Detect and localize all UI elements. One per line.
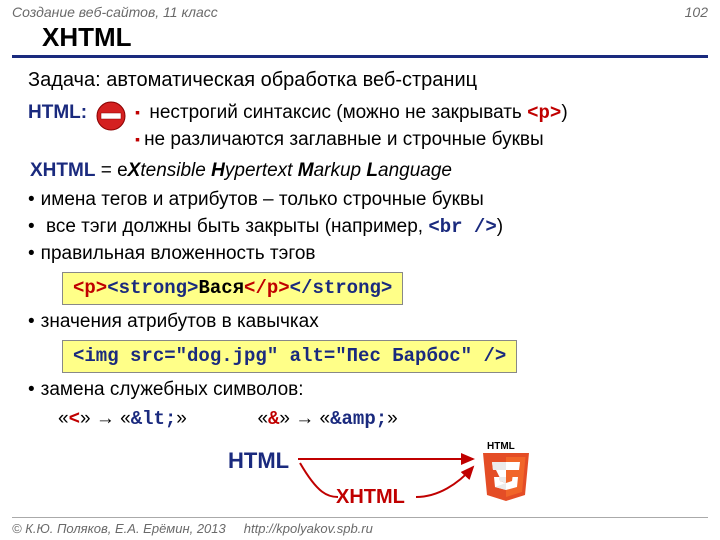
task-text: Задача: автоматическая обработка веб-стр… [28,66,702,94]
html-limitations: HTML: нестрогий синтаксис (можно не закр… [28,100,702,154]
diagram-xhtml-label: XHTML [336,483,405,511]
page-title: XHTML [12,20,708,58]
rule-2: все тэги должны быть закрыты (например, … [28,214,702,241]
diagram-html-label: HTML [228,445,289,476]
course-label: Создание веб-сайтов, 11 класс [12,4,218,20]
html-point-1: нестрогий синтаксис (можно не закрывать … [135,100,702,127]
rule-3: правильная вложенность тэгов [28,241,702,268]
html5-logo-icon: HTML [478,439,534,503]
xhtml-definition: XHTML = eXtensible Hypertext Markup Lang… [30,158,702,185]
html-xhtml-diagram: HTML XHTML HTML [28,439,702,519]
rule-1: имена тегов и атрибутов – только строчны… [28,187,702,214]
entity-replacements: «<» → «&lt;» «&» → «&amp;» [58,406,702,433]
no-entry-icon [95,100,127,132]
code-nesting-wrong: <p><strong>Вася</p></strong> [62,272,403,305]
footer-url: http://kpolyakov.spb.ru [244,521,373,536]
logo-text: HTML [487,441,515,452]
html-point-2: не различаются заглавные и строчные букв… [135,127,702,154]
html-label: HTML: [28,100,87,127]
footer-copyright: © К.Ю. Поляков, Е.А. Ерёмин, 2013 [12,521,226,536]
page-number: 102 [685,4,708,20]
rule-4: значения атрибутов в кавычках [28,309,702,336]
rule-5: замена служебных символов: [28,377,702,404]
code-img-quotes: <img src="dog.jpg" alt="Пес Барбос" /> [62,340,517,373]
